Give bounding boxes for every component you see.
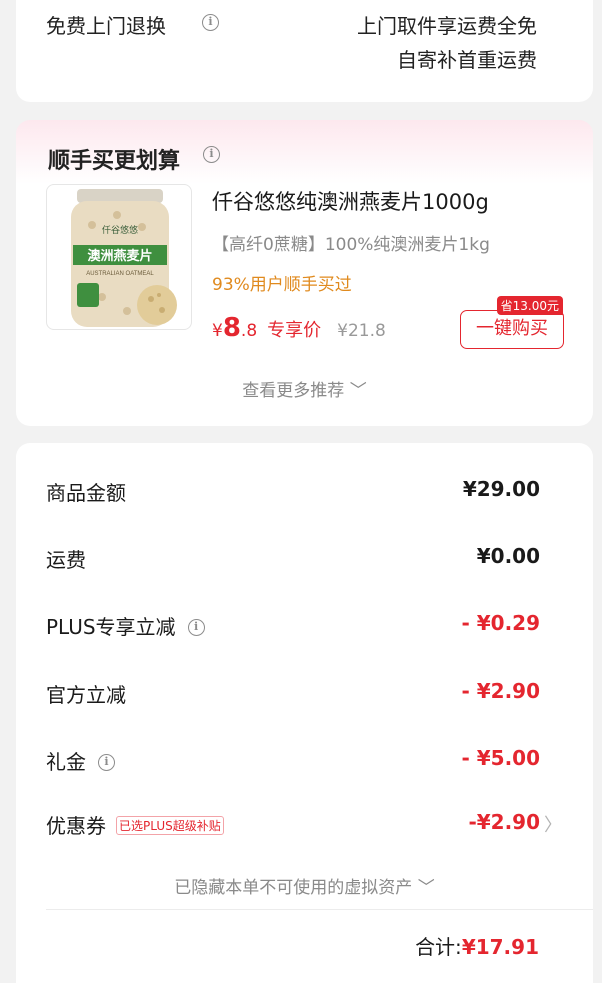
svg-text:AUSTRALIAN OATMEAL: AUSTRALIAN OATMEAL [86, 271, 154, 277]
exclusive-price-tag: 专享价 [267, 320, 322, 341]
total-row: 合计:¥17.91 [415, 931, 539, 960]
total-value: ¥17.91 [461, 935, 539, 959]
order-summary-card: 商品金额 ¥29.00 运费 ¥0.00 PLUS专享立减 i - ¥0.29 官… [16, 443, 593, 983]
official-discount-label: 官方立减 [46, 683, 126, 707]
goods-amount-value: ¥29.00 [462, 477, 540, 501]
savings-badge: 省13.00元 [496, 296, 563, 315]
gift-money-label: 礼金 [46, 750, 86, 774]
hidden-assets-toggle[interactable]: 已隐藏本单不可使用的虚拟资产 ﹀ [16, 873, 593, 898]
info-icon[interactable]: i [187, 618, 205, 636]
return-pickup-text: 上门取件享运费全免 [357, 14, 537, 38]
original-price: ¥21.8 [337, 321, 386, 341]
product-image[interactable]: 仟谷悠悠 澳洲燕麦片 AUSTRALIAN OATMEAL [46, 184, 192, 330]
product-title[interactable]: 仟谷悠悠纯澳洲燕麦片1000g [212, 186, 489, 216]
bundle-recommendation-card: 顺手买更划算 i 仟谷悠悠 澳洲燕麦片 AUSTRALIAN OATMEAL 仟… [16, 120, 593, 426]
summary-row-shipping: 运费 ¥0.00 [46, 544, 540, 574]
info-icon[interactable]: i [203, 146, 220, 163]
plus-discount-value: - ¥0.29 [461, 611, 540, 635]
info-icon[interactable]: i [98, 753, 115, 771]
bundle-title: 顺手买更划算 [48, 149, 181, 174]
total-label: 合计: [415, 935, 462, 959]
shipping-label: 运费 [46, 548, 86, 572]
more-recommendations-link[interactable]: 查看更多推荐 ﹀ [16, 376, 593, 401]
product-bought-rate: 93%用户顺手买过 [212, 275, 352, 295]
summary-row-coupon[interactable]: 优惠券 已选PLUS超级补贴 -¥2.90 〉 [46, 810, 562, 840]
coupon-value: -¥2.90 [468, 810, 540, 834]
goods-amount-label: 商品金额 [46, 481, 126, 505]
divider [46, 909, 593, 910]
svg-text:澳洲燕麦片: 澳洲燕麦片 [87, 248, 152, 264]
official-discount-value: - ¥2.90 [461, 679, 540, 703]
one-click-buy-button[interactable]: 一键购买 [460, 310, 564, 349]
plus-discount-label: PLUS专享立减 [46, 615, 176, 639]
free-return-label: 免费上门退换 [46, 14, 166, 38]
product-subtitle: 【高纤0蔗糖】100%纯澳洲麦片1kg [212, 235, 490, 255]
coupon-label: 优惠券 [46, 814, 106, 838]
price-decimal: .8 [240, 321, 258, 341]
info-icon[interactable]: i [202, 14, 219, 31]
price-integer: 8 [222, 313, 241, 343]
summary-row-plus-discount: PLUS专享立减 i - ¥0.29 [46, 611, 540, 641]
price-currency: ¥ [212, 321, 223, 341]
return-policy-card: 免费上门退换 i 上门取件享运费全免 自寄补首重运费 [16, 0, 593, 102]
summary-row-goods-amount: 商品金额 ¥29.00 [46, 477, 540, 507]
return-self-ship-text: 自寄补首重运费 [397, 48, 537, 72]
shipping-value: ¥0.00 [476, 544, 540, 568]
summary-row-gift-money: 礼金 i - ¥5.00 [46, 746, 540, 776]
chevron-right-icon[interactable]: 〉 [544, 811, 562, 837]
gift-money-value: - ¥5.00 [461, 746, 540, 770]
product-price: ¥8.8 专享价 ¥21.8 [212, 313, 386, 343]
svg-text:仟谷悠悠: 仟谷悠悠 [102, 224, 138, 235]
coupon-plus-tag: 已选PLUS超级补贴 [116, 816, 224, 835]
summary-row-official-discount: 官方立减 - ¥2.90 [46, 679, 540, 709]
